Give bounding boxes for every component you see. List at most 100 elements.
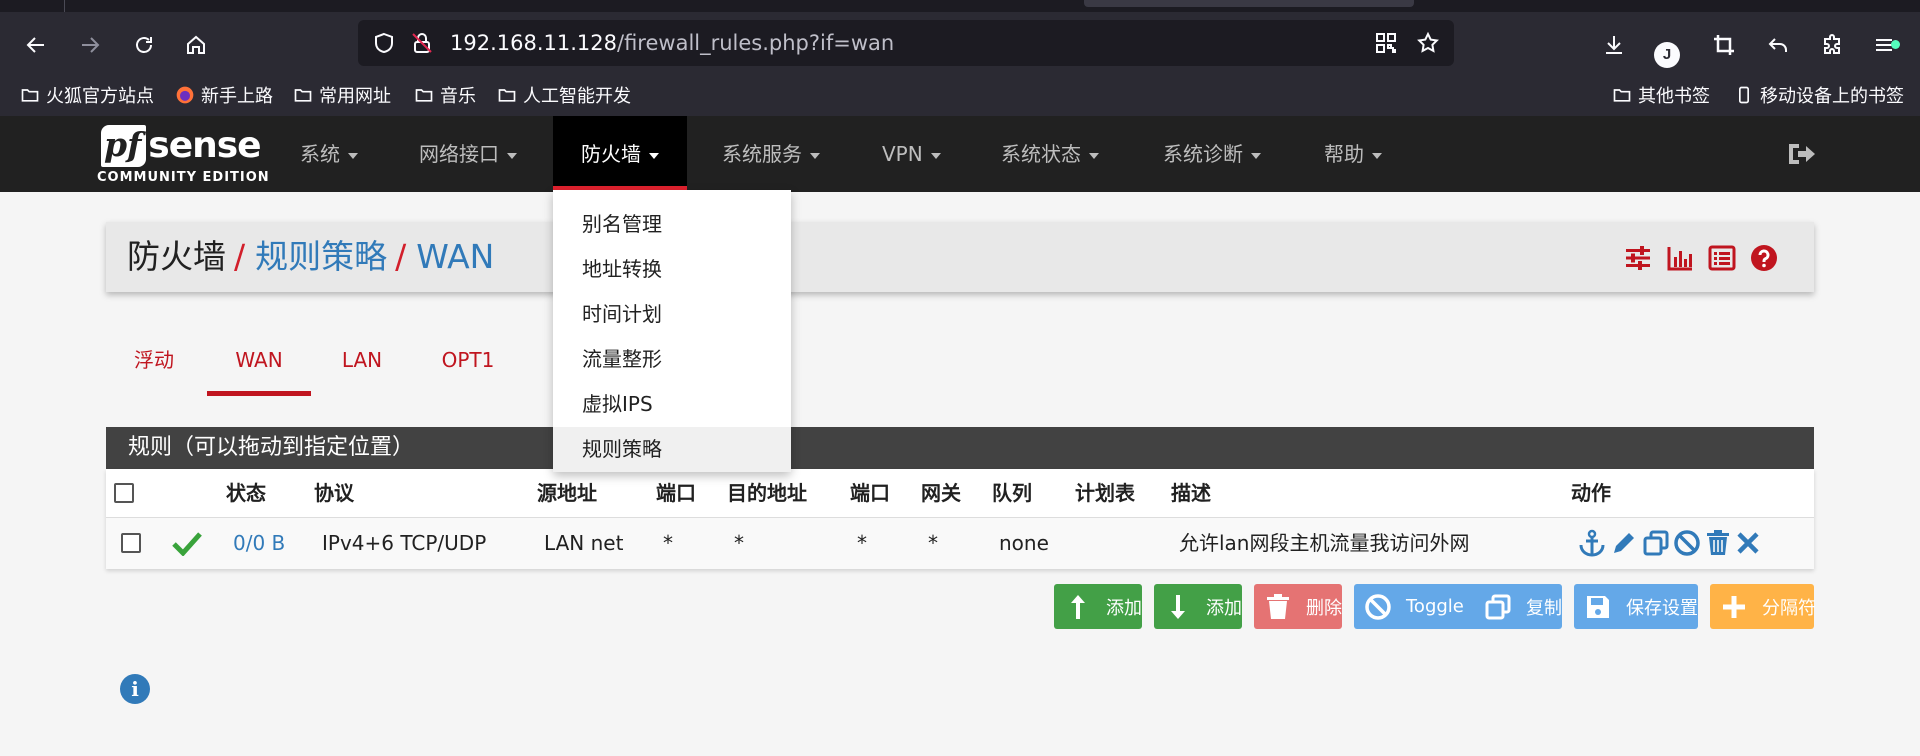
tab-wan[interactable]: WAN (207, 340, 311, 396)
col-description[interactable]: 描述 (1171, 469, 1211, 518)
bookmark-label: 新手上路 (201, 86, 273, 107)
url-text[interactable]: 192.168.11.128/firewall_rules.php?if=wan (450, 20, 894, 66)
breadcrumb-wan-link[interactable]: WAN (416, 237, 494, 276)
tab-opt1[interactable]: OPT1 (432, 340, 504, 396)
col-queue[interactable]: 队列 (992, 469, 1032, 518)
menu-item-rules[interactable]: 规则策略 (553, 427, 791, 472)
help-icon[interactable] (1750, 244, 1778, 272)
browser-tab-strip (0, 0, 1920, 12)
bookmark-star-icon[interactable] (1416, 31, 1440, 55)
crop-screenshot-icon[interactable] (1708, 29, 1740, 61)
bookmark-folder-mobile[interactable]: 移动设备上的书签 (1734, 83, 1904, 107)
bookmarks-bar: 火狐官方站点 新手上路 常用网址 音乐 人工智能开发 其他书签 移动设备上的书签 (0, 74, 1920, 116)
col-destination[interactable]: 目的地址 (727, 469, 807, 518)
save-button[interactable]: 保存设置 (1574, 584, 1698, 629)
row-checkbox[interactable] (121, 533, 141, 553)
bookmark-folder[interactable]: 音乐 (414, 83, 476, 107)
rules-panel-heading: 规则（可以拖动到指定位置） (106, 427, 1814, 469)
folder-icon (498, 89, 516, 102)
bookmark-folder[interactable]: 常用网址 (293, 83, 391, 107)
rules-table: 状态 协议 源地址 端口 目的地址 端口 网关 队列 计划表 描述 动作 0/0… (106, 469, 1814, 569)
browser-toolbar: 192.168.11.128/firewall_rules.php?if=wan… (0, 12, 1920, 74)
tab-floating[interactable]: 浮动 (124, 340, 184, 396)
col-dst-port[interactable]: 端口 (850, 469, 890, 518)
folder-icon (415, 89, 433, 102)
trash-icon (1267, 593, 1289, 619)
nav-system[interactable]: 系统 (272, 116, 386, 192)
copy-button[interactable]: 复制 (1474, 584, 1562, 629)
add-bottom-button[interactable]: 添加 (1154, 584, 1242, 629)
copy-icon[interactable] (1642, 529, 1670, 557)
menu-item-nat[interactable]: 地址转换 (553, 247, 791, 292)
add-top-button[interactable]: 添加 (1054, 584, 1142, 629)
add-separator-button[interactable]: 分隔符 (1710, 584, 1816, 629)
nav-services[interactable]: 系统服务 (694, 116, 848, 192)
delete-trash-icon[interactable] (1704, 529, 1732, 557)
col-protocol[interactable]: 协议 (314, 469, 354, 518)
bookmark-label: 音乐 (440, 86, 476, 107)
logo-sense: sense (148, 125, 261, 166)
bookmark-link[interactable]: 新手上路 (175, 83, 273, 107)
nav-diagnostics[interactable]: 系统诊断 (1135, 116, 1289, 192)
bookmark-folder-other[interactable]: 其他书签 (1612, 83, 1710, 107)
undo-icon[interactable] (1762, 29, 1794, 61)
account-avatar[interactable]: J (1654, 42, 1680, 68)
pfsense-logo[interactable]: pf sense COMMUNITY EDITION (97, 124, 269, 190)
delete-x-icon[interactable] (1734, 529, 1762, 557)
bookmark-folder[interactable]: 火狐官方站点 (20, 83, 154, 107)
table-row[interactable]: 0/0 B IPv4+6 TCP/UDP LAN net * * * * non… (106, 518, 1814, 569)
caret-down-icon (1251, 152, 1261, 159)
col-gateway[interactable]: 网关 (921, 469, 961, 518)
insecure-lock-icon[interactable] (410, 31, 434, 55)
anchor-icon[interactable] (1578, 529, 1606, 557)
mobile-device-icon (1739, 86, 1749, 104)
logout-icon[interactable] (1786, 140, 1816, 168)
breadcrumb-panel: 防火墙 / 规则策略 / WAN (106, 222, 1814, 292)
list-icon[interactable] (1708, 244, 1736, 272)
col-schedule[interactable]: 计划表 (1075, 469, 1135, 518)
menu-item-virtual-ips[interactable]: 虚拟IPS (553, 382, 791, 427)
col-source[interactable]: 源地址 (537, 469, 597, 518)
bookmark-label: 常用网址 (319, 86, 391, 107)
rule-states[interactable]: 0/0 B (233, 518, 285, 569)
col-states[interactable]: 状态 (226, 469, 266, 518)
bar-chart-icon[interactable] (1666, 244, 1694, 272)
nav-help[interactable]: 帮助 (1296, 116, 1410, 192)
breadcrumb-rules-link[interactable]: 规则策略 (255, 237, 387, 276)
sliders-icon[interactable] (1624, 244, 1652, 272)
url-bar[interactable]: 192.168.11.128/firewall_rules.php?if=wan (358, 20, 1454, 66)
extensions-icon[interactable] (1816, 29, 1848, 61)
col-src-port[interactable]: 端口 (656, 469, 696, 518)
menu-item-aliases[interactable]: 别名管理 (553, 202, 791, 247)
bookmark-folder[interactable]: 人工智能开发 (497, 83, 631, 107)
nav-status[interactable]: 系统状态 (973, 116, 1127, 192)
download-icon[interactable] (1598, 29, 1630, 61)
arrow-down-icon (1171, 594, 1185, 619)
qr-code-icon[interactable] (1374, 31, 1398, 55)
forward-icon[interactable] (74, 29, 106, 61)
menu-item-schedules[interactable]: 时间计划 (553, 292, 791, 337)
nav-interfaces[interactable]: 网络接口 (391, 116, 545, 192)
edition-label: COMMUNITY EDITION (97, 170, 270, 185)
nav-vpn[interactable]: VPN (854, 116, 969, 192)
nav-firewall[interactable]: 防火墙 (553, 116, 687, 192)
tab-lan[interactable]: LAN (334, 340, 390, 396)
select-all-checkbox[interactable] (114, 483, 134, 503)
rule-dst-port: * (857, 531, 867, 555)
toggle-button[interactable]: Toggle (1354, 584, 1494, 629)
disable-ban-icon[interactable] (1673, 529, 1701, 557)
shield-icon[interactable] (372, 31, 396, 55)
back-icon[interactable] (20, 29, 52, 61)
caret-down-icon (930, 152, 941, 159)
breadcrumb: 防火墙 / 规则策略 / WAN (127, 222, 494, 292)
menu-item-traffic-shaper[interactable]: 流量整形 (553, 337, 791, 382)
tab-separator (64, 0, 65, 12)
caret-down-icon (810, 152, 820, 159)
home-icon[interactable] (180, 29, 212, 61)
browser-tab[interactable] (1084, 0, 1414, 7)
info-icon[interactable]: i (120, 674, 150, 704)
ban-icon (1365, 593, 1391, 620)
reload-icon[interactable] (128, 29, 160, 61)
edit-pencil-icon[interactable] (1610, 529, 1638, 557)
delete-button[interactable]: 删除 (1254, 584, 1342, 629)
